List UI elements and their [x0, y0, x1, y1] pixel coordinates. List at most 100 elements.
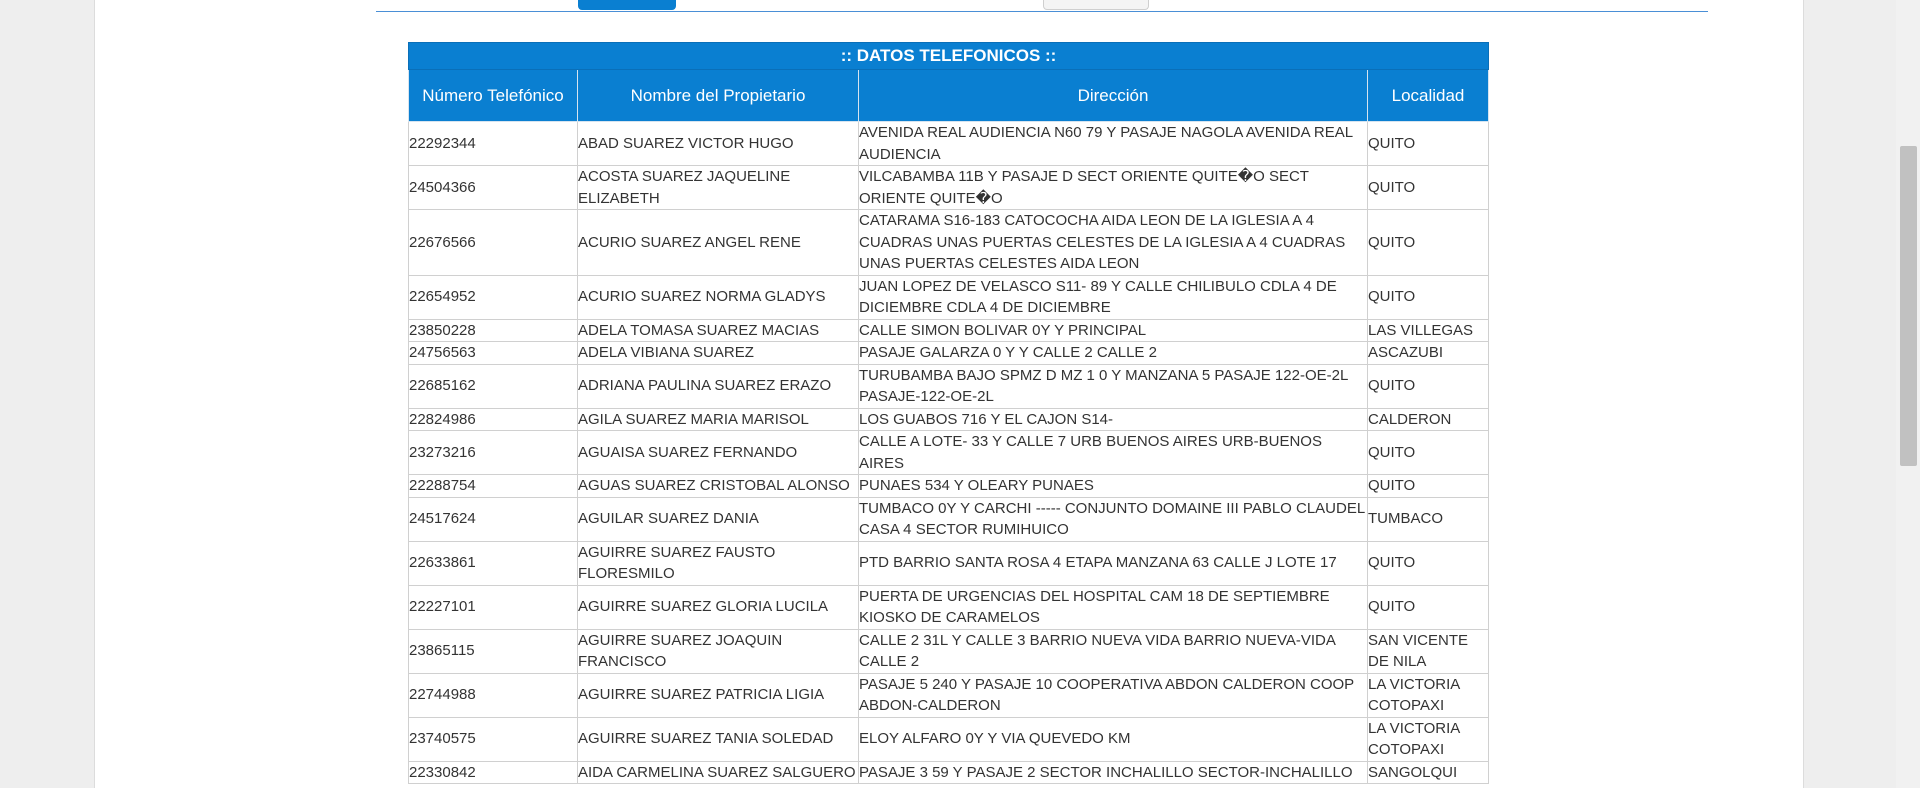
table-row: 24517624 AGUILAR SUAREZ DANIA TUMBACO 0Y Y…: [408, 496, 1490, 542]
cell-locality: QUITO: [1366, 474, 1490, 498]
cell-locality: LA VICTORIA COTOPAXI: [1366, 672, 1490, 718]
cell-locality: SAN VICENTE DE NILA: [1366, 628, 1490, 674]
table-row: 22292344 ABAD SUAREZ VICTOR HUGO AVENIDA R…: [408, 121, 1490, 166]
cell-phone-number: 22633861: [408, 540, 578, 586]
cell-owner-name: ADELA VIBIANA SUAREZ: [577, 341, 859, 365]
scrollbar-thumb[interactable]: [1900, 146, 1917, 466]
phone-data-table: :: DATOS TELEFONICOS :: Número Telefónic…: [407, 42, 1490, 784]
table-row: 22685162 ADRIANA PAULINA SUAREZ ERAZO TURU…: [408, 363, 1490, 409]
cell-locality: QUITO: [1366, 540, 1490, 586]
cell-phone-number: 23850228: [408, 318, 578, 342]
cell-locality: QUITO: [1366, 165, 1490, 210]
cell-address: PUNAES 534 Y OLEARY PUNAES: [858, 474, 1368, 498]
header-phone-number: Número Telefónico: [408, 69, 578, 122]
cell-address: CALLE 2 31L Y CALLE 3 BARRIO NUEVA VIDA …: [858, 628, 1368, 674]
cell-phone-number: 22744988: [408, 672, 578, 718]
cell-locality: ASCAZUBI: [1366, 341, 1490, 365]
cell-owner-name: AGUIRRE SUAREZ FAUSTO FLORESMILO: [577, 540, 859, 586]
cell-phone-number: 24504366: [408, 165, 578, 210]
cell-phone-number: 23740575: [408, 716, 578, 762]
cell-phone-number: 22292344: [408, 121, 578, 166]
cell-owner-name: AIDA CARMELINA SUAREZ SALGUERO: [577, 760, 859, 784]
cell-phone-number: 22654952: [408, 274, 578, 320]
cell-address: PASAJE GALARZA 0 Y Y CALLE 2 CALLE 2: [858, 341, 1368, 365]
table-row: 23850228 ADELA TOMASA SUAREZ MACIAS CALLE …: [408, 318, 1490, 342]
tab-inactive[interactable]: [1043, 0, 1149, 10]
cell-phone-number: 22227101: [408, 584, 578, 630]
table-row: 24756563 ADELA VIBIANA SUAREZ PASAJE GALAR…: [408, 341, 1490, 365]
table-row: 22288754 AGUAS SUAREZ CRISTOBAL ALONSO PUN…: [408, 474, 1490, 498]
tab-active[interactable]: [578, 0, 676, 10]
cell-locality: QUITO: [1366, 430, 1490, 475]
cell-phone-number: 23273216: [408, 430, 578, 475]
table-row: 22744988 AGUIRRE SUAREZ PATRICIA LIGIA PAS…: [408, 672, 1490, 718]
cell-owner-name: ADRIANA PAULINA SUAREZ ERAZO: [577, 363, 859, 409]
cell-phone-number: 22330842: [408, 760, 578, 784]
cell-owner-name: AGUAISA SUAREZ FERNANDO: [577, 430, 859, 475]
cell-owner-name: AGUIRRE SUAREZ JOAQUIN FRANCISCO: [577, 628, 859, 674]
table-row: 23865115 AGUIRRE SUAREZ JOAQUIN FRANCISCO…: [408, 628, 1490, 674]
cell-locality: QUITO: [1366, 121, 1490, 166]
cell-locality: QUITO: [1366, 584, 1490, 630]
table-header-row: Número Telefónico Nombre del Propietario…: [408, 69, 1490, 122]
table-row: 22330842 AIDA CARMELINA SUAREZ SALGUERO PA…: [408, 760, 1490, 784]
cell-address: CALLE SIMON BOLIVAR 0Y Y PRINCIPAL: [858, 318, 1368, 342]
table-row: 23273216 AGUAISA SUAREZ FERNANDO CALLE A L…: [408, 430, 1490, 475]
cell-phone-number: 23865115: [408, 628, 578, 674]
table-row: 22654952 ACURIO SUAREZ NORMA GLADYS JUAN L…: [408, 274, 1490, 320]
cell-owner-name: AGUIRRE SUAREZ TANIA SOLEDAD: [577, 716, 859, 762]
cell-locality: LAS VILLEGAS: [1366, 318, 1490, 342]
cell-phone-number: 22676566: [408, 209, 578, 276]
cell-address: TURUBAMBA BAJO SPMZ D MZ 1 0 Y MANZANA 5…: [858, 363, 1368, 409]
cell-owner-name: AGUIRRE SUAREZ GLORIA LUCILA: [577, 584, 859, 630]
header-address: Dirección: [858, 69, 1368, 122]
cell-phone-number: 22824986: [408, 407, 578, 431]
table-row: 24504366 ACOSTA SUAREZ JAQUELINE ELIZABET…: [408, 165, 1490, 210]
table-row: 22676566 ACURIO SUAREZ ANGEL RENE CATARAMA…: [408, 209, 1490, 276]
cell-phone-number: 24517624: [408, 496, 578, 542]
cell-address: CATARAMA S16-183 CATOCOCHA AIDA LEON DE …: [858, 209, 1368, 276]
cell-locality: QUITO: [1366, 209, 1490, 276]
cell-owner-name: AGUAS SUAREZ CRISTOBAL ALONSO: [577, 474, 859, 498]
cell-address: AVENIDA REAL AUDIENCIA N60 79 Y PASAJE N…: [858, 121, 1368, 166]
table-row: 23740575 AGUIRRE SUAREZ TANIA SOLEDAD ELOY…: [408, 716, 1490, 762]
cell-address: PASAJE 5 240 Y PASAJE 10 COOPERATIVA ABD…: [858, 672, 1368, 718]
cell-locality: LA VICTORIA COTOPAXI: [1366, 716, 1490, 762]
cell-owner-name: ACURIO SUAREZ NORMA GLADYS: [577, 274, 859, 320]
header-owner-name: Nombre del Propietario: [577, 69, 859, 122]
cell-address: VILCABAMBA 11B Y PASAJE D SECT ORIENTE Q…: [858, 165, 1368, 210]
cell-owner-name: AGUIRRE SUAREZ PATRICIA LIGIA: [577, 672, 859, 718]
cell-phone-number: 24756563: [408, 341, 578, 365]
cell-address: CALLE A LOTE- 33 Y CALLE 7 URB BUENOS AI…: [858, 430, 1368, 475]
cell-locality: CALDERON: [1366, 407, 1490, 431]
cell-address: PASAJE 3 59 Y PASAJE 2 SECTOR INCHALILLO…: [858, 760, 1368, 784]
header-locality: Localidad: [1366, 69, 1490, 122]
cell-locality: TUMBACO: [1366, 496, 1490, 542]
table-title-row: :: DATOS TELEFONICOS ::: [407, 42, 1490, 70]
tab-divider: [376, 11, 1708, 12]
table-row: 22633861 AGUIRRE SUAREZ FAUSTO FLORESMILO…: [408, 540, 1490, 586]
cell-address: LOS GUABOS 716 Y EL CAJON S14-: [858, 407, 1368, 431]
cell-locality: QUITO: [1366, 274, 1490, 320]
cell-address: ELOY ALFARO 0Y Y VIA QUEVEDO KM: [858, 716, 1368, 762]
cell-address: PUERTA DE URGENCIAS DEL HOSPITAL CAM 18 …: [858, 584, 1368, 630]
cell-address: JUAN LOPEZ DE VELASCO S11- 89 Y CALLE CH…: [858, 274, 1368, 320]
cell-owner-name: ACOSTA SUAREZ JAQUELINE ELIZABETH: [577, 165, 859, 210]
cell-owner-name: ACURIO SUAREZ ANGEL RENE: [577, 209, 859, 276]
cell-owner-name: AGUILAR SUAREZ DANIA: [577, 496, 859, 542]
cell-address: PTD BARRIO SANTA ROSA 4 ETAPA MANZANA 63…: [858, 540, 1368, 586]
table-row: 22227101 AGUIRRE SUAREZ GLORIA LUCILA PUER…: [408, 584, 1490, 630]
cell-phone-number: 22288754: [408, 474, 578, 498]
cell-owner-name: ADELA TOMASA SUAREZ MACIAS: [577, 318, 859, 342]
table-title: :: DATOS TELEFONICOS ::: [407, 42, 1490, 70]
cell-owner-name: ABAD SUAREZ VICTOR HUGO: [577, 121, 859, 166]
phone-data-table-wrapper: :: DATOS TELEFONICOS :: Número Telefónic…: [407, 42, 1490, 784]
cell-locality: QUITO: [1366, 363, 1490, 409]
table-row: 22824986 AGILA SUAREZ MARIA MARISOL LOS GU…: [408, 407, 1490, 431]
vertical-scrollbar[interactable]: [1896, 0, 1920, 788]
cell-owner-name: AGILA SUAREZ MARIA MARISOL: [577, 407, 859, 431]
table-body: 22292344 ABAD SUAREZ VICTOR HUGO AVENIDA R…: [408, 121, 1490, 784]
cell-phone-number: 22685162: [408, 363, 578, 409]
cell-locality: SANGOLQUI: [1366, 760, 1490, 784]
cell-address: TUMBACO 0Y Y CARCHI ----- CONJUNTO DOMAI…: [858, 496, 1368, 542]
